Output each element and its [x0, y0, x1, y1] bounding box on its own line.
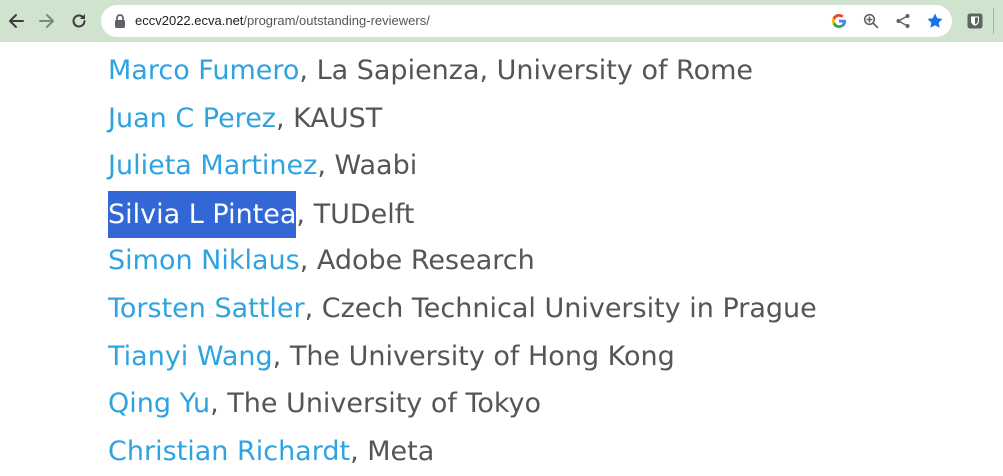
url-host: eccv2022.ecva.net — [135, 13, 244, 28]
reviewer-name-link[interactable]: Marco Fumero — [108, 55, 299, 86]
reviewer-list: Marco Fumero, La Sapienza, University of… — [108, 48, 988, 476]
reviewer-item: Simon Niklaus, Adobe Research — [108, 238, 988, 286]
reviewer-affiliation: , La Sapienza, University of Rome — [299, 55, 754, 86]
reload-icon — [72, 14, 86, 28]
reviewer-affiliation: , Adobe Research — [299, 245, 535, 277]
reviewer-name-link[interactable]: Simon Niklaus — [108, 245, 300, 276]
reviewer-affiliation: , The University of Hong Kong — [272, 340, 675, 372]
share-icon[interactable] — [893, 11, 913, 31]
reviewer-name-link[interactable]: Julieta Martinez — [108, 150, 317, 181]
reviewer-item: Julieta Martinez, Waabi — [108, 143, 988, 191]
reviewer-affiliation: , KAUST — [275, 102, 383, 134]
reviewer-item: Qing Yu, The University of Tokyo — [108, 381, 988, 429]
google-icon[interactable] — [829, 11, 849, 31]
reviewer-affiliation: , Waabi — [317, 150, 418, 182]
reviewer-name-link[interactable]: Juan C Perez — [108, 103, 276, 134]
zoom-icon[interactable] — [861, 11, 881, 31]
reviewer-affiliation: , Meta — [350, 435, 435, 467]
reviewer-item: Silvia L Pintea, TUDelft — [108, 190, 988, 239]
lock-icon[interactable] — [113, 13, 127, 29]
reviewer-item: Torsten Sattler, Czech Technical Univers… — [108, 286, 988, 334]
reviewer-name-link[interactable]: Tianyi Wang — [108, 341, 273, 372]
bookmark-star-icon[interactable] — [925, 11, 945, 31]
reviewer-name-link[interactable]: Torsten Sattler — [108, 293, 305, 324]
reviewer-item: Tianyi Wang, The University of Hong Kong — [108, 334, 988, 382]
reviewer-name-link[interactable]: Christian Richardt — [108, 436, 350, 467]
back-arrow-icon — [9, 14, 24, 28]
reviewer-affiliation: , Czech Technical University in Prague — [304, 292, 817, 324]
reload-button[interactable] — [67, 9, 91, 33]
extension-shield-icon[interactable] — [964, 10, 986, 32]
back-button[interactable] — [4, 9, 28, 33]
reviewer-affiliation: , TUDelft — [296, 198, 415, 230]
forward-arrow-icon — [39, 14, 54, 28]
address-bar[interactable]: eccv2022.ecva.net/program/outstanding-re… — [101, 5, 952, 37]
reviewer-name-link-selected[interactable]: Silvia L Pintea — [108, 190, 297, 238]
url-text[interactable]: eccv2022.ecva.net/program/outstanding-re… — [135, 5, 430, 37]
reviewer-item: Marco Fumero, La Sapienza, University of… — [108, 48, 988, 96]
reviewer-item: Juan C Perez, KAUST — [108, 96, 988, 144]
browser-toolbar: eccv2022.ecva.net/program/outstanding-re… — [0, 0, 1003, 42]
toolbar-divider — [993, 8, 994, 34]
reviewer-affiliation: , The University of Tokyo — [210, 388, 542, 420]
reviewer-item: Christian Richardt, Meta — [108, 429, 988, 476]
url-path: /program/outstanding-reviewers/ — [243, 13, 430, 28]
forward-button[interactable] — [35, 9, 59, 33]
reviewer-name-link[interactable]: Qing Yu — [108, 388, 210, 419]
